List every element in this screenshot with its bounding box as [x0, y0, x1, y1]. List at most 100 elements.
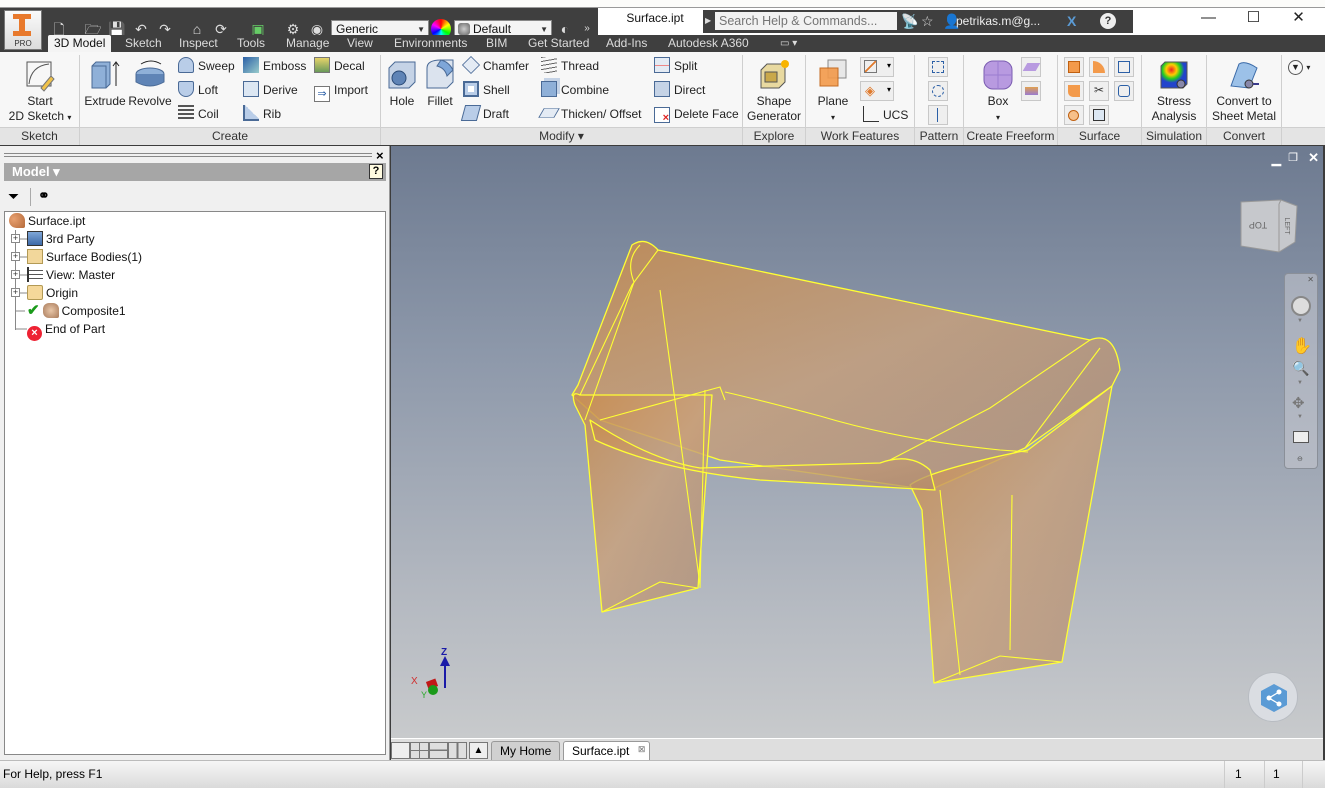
thicken-offset-button[interactable]: Thicken/ Offset	[538, 104, 641, 124]
axis-button[interactable]: ▾	[860, 57, 894, 77]
trim-button[interactable]: ✂	[1089, 81, 1109, 101]
loft-button[interactable]: Loft	[178, 80, 218, 100]
tree-item-surface-ipt[interactable]: Surface.ipt	[9, 212, 85, 230]
cascade-windows-icon[interactable]	[391, 742, 410, 759]
tree-item-view-master[interactable]: View: Master	[27, 266, 115, 284]
ucs-button[interactable]: UCS	[863, 105, 908, 125]
chamfer-button[interactable]: Chamfer	[461, 55, 529, 76]
decal-button[interactable]: Decal	[314, 56, 365, 76]
patch-button[interactable]	[1064, 81, 1084, 101]
tab-add-ins[interactable]: Add-Ins	[600, 35, 653, 52]
replace-face-button[interactable]	[1089, 105, 1109, 125]
freeform-box-button[interactable]: Box ▾	[976, 58, 1020, 125]
sculpt-button[interactable]	[1089, 57, 1109, 77]
tree-item-end-of-part[interactable]: × End of Part	[27, 320, 105, 341]
tree-item-origin[interactable]: Origin	[27, 284, 78, 302]
coil-button[interactable]: Coil	[178, 104, 219, 124]
split-button[interactable]: Split	[654, 56, 697, 76]
tab-autodesk-a360[interactable]: Autodesk A360	[662, 35, 755, 52]
emboss-button[interactable]: Emboss	[243, 56, 306, 76]
tab-tools[interactable]: Tools	[231, 35, 271, 52]
surface-model[interactable]	[391, 146, 1323, 738]
browser-grip[interactable]	[4, 153, 372, 157]
shape-generator-button[interactable]: Shape Generator	[745, 58, 803, 124]
tree-item-composite1[interactable]: ✔ Composite1	[27, 302, 126, 320]
doc-tab-my-home[interactable]: My Home	[491, 741, 561, 760]
ruled-surface-button[interactable]	[1064, 105, 1084, 125]
favorites-star-icon[interactable]: ☆	[921, 12, 934, 30]
derive-button[interactable]: Derive	[243, 80, 298, 100]
extrude-button[interactable]: Extrude	[84, 58, 126, 109]
help-icon[interactable]: ?	[1100, 13, 1116, 29]
tab-manage[interactable]: Manage	[280, 35, 335, 52]
sketch-icon	[26, 61, 55, 92]
mirror-button[interactable]	[928, 105, 948, 125]
fillet-button[interactable]: Fillet	[423, 58, 457, 109]
tab-3d-model[interactable]: 3D Model	[48, 35, 112, 52]
rib-button[interactable]: Rib	[243, 104, 281, 124]
arrange-vertical-icon[interactable]	[448, 742, 467, 759]
subscription-icon[interactable]: 📡	[901, 12, 918, 30]
repair-bodies-button[interactable]	[1114, 81, 1134, 101]
maximize-button[interactable]: ☐	[1231, 8, 1276, 30]
window-list-up-icon[interactable]: ▲	[469, 742, 488, 759]
tab-environments[interactable]: Environments	[388, 35, 473, 52]
extend-button[interactable]	[1114, 57, 1134, 77]
start-2d-sketch-button[interactable]: Start 2D Sketch ▾	[8, 58, 72, 125]
direct-button[interactable]: Direct	[654, 80, 705, 100]
browser-help-icon[interactable]: ?	[369, 164, 383, 179]
expand-icon[interactable]: +	[11, 252, 20, 261]
stitch-button[interactable]	[1064, 57, 1084, 77]
ribbon-display-toggle[interactable]: ▭ ▾	[774, 35, 803, 52]
tree-item-3rd-party[interactable]: 3rd Party	[27, 230, 95, 248]
find-binoculars-icon[interactable]: ⚭	[38, 187, 50, 204]
rectangular-pattern-button[interactable]	[928, 57, 948, 77]
tile-windows-icon[interactable]	[410, 742, 429, 759]
tab-bim[interactable]: BIM	[480, 35, 513, 52]
search-input[interactable]	[715, 12, 897, 30]
stress-analysis-button[interactable]: Stress Analysis	[1145, 58, 1203, 124]
tab-get-started[interactable]: Get Started	[522, 35, 595, 52]
tree-item-surface-bodies[interactable]: Surface Bodies(1)	[27, 248, 142, 266]
close-tab-icon[interactable]: ⊠	[638, 740, 646, 759]
revolve-button[interactable]: Revolve	[128, 58, 172, 109]
browser-title-dropdown[interactable]: Model ▾	[12, 163, 60, 181]
share-view-button[interactable]	[1248, 672, 1298, 722]
exchange-apps-icon[interactable]: X	[1067, 12, 1076, 30]
hole-button[interactable]: Hole	[385, 58, 419, 109]
doc-tab-surface-ipt[interactable]: Surface.ipt ⊠	[563, 740, 651, 760]
stress-analysis-icon	[1160, 61, 1188, 89]
model-browser: × Model ▾ ? ⏷ ⚭ Surface.ipt + 3rd Party …	[0, 146, 390, 760]
expand-icon[interactable]: +	[11, 234, 20, 243]
graphics-viewport[interactable]: ▁ ❐ ✕ TOP LEFT ✕ ▼ ✋ 🔍 ▼ ✥ ▼ ⊖ Z X Y	[391, 146, 1323, 738]
sweep-button[interactable]: Sweep	[178, 56, 235, 76]
plane-button[interactable]: Plane ▾	[812, 58, 854, 125]
tab-inspect[interactable]: Inspect	[173, 35, 224, 52]
application-menu-button[interactable]: PRO	[4, 10, 42, 50]
ribbon-options-button[interactable]: ▼ ▾	[1288, 56, 1310, 76]
circular-pattern-button[interactable]	[928, 81, 948, 101]
filter-icon[interactable]: ⏷	[8, 188, 19, 205]
combine-button[interactable]: Combine	[541, 80, 609, 100]
thread-button[interactable]: Thread	[541, 56, 599, 76]
delete-face-button[interactable]: × Delete Face	[654, 104, 739, 124]
shell-icon	[463, 81, 479, 97]
close-button[interactable]: ✕	[1276, 8, 1321, 30]
minimize-button[interactable]: —	[1186, 8, 1231, 30]
freeform-plane-button[interactable]	[1021, 57, 1041, 77]
freeform-face-button[interactable]	[1021, 81, 1041, 101]
expand-search-icon[interactable]: ▶	[705, 12, 711, 30]
tab-view[interactable]: View	[341, 35, 379, 52]
arrange-horizontal-icon[interactable]	[429, 742, 448, 759]
import-button[interactable]: ⇒ Import	[314, 80, 368, 102]
panel-modify[interactable]: Modify ▾	[381, 127, 742, 145]
draft-button[interactable]: Draft	[460, 104, 509, 124]
user-account[interactable]: petrikas.m@g...	[956, 12, 1040, 30]
expand-icon[interactable]: +	[11, 270, 20, 279]
expand-icon[interactable]: +	[11, 288, 20, 297]
convert-to-sheet-metal-button[interactable]: Convert to Sheet Metal	[1210, 58, 1278, 124]
tab-sketch[interactable]: Sketch	[119, 35, 168, 52]
point-button[interactable]: ◈ ▾	[860, 81, 894, 101]
shell-button[interactable]: Shell	[463, 80, 510, 100]
browser-close-button[interactable]: ×	[376, 148, 384, 163]
